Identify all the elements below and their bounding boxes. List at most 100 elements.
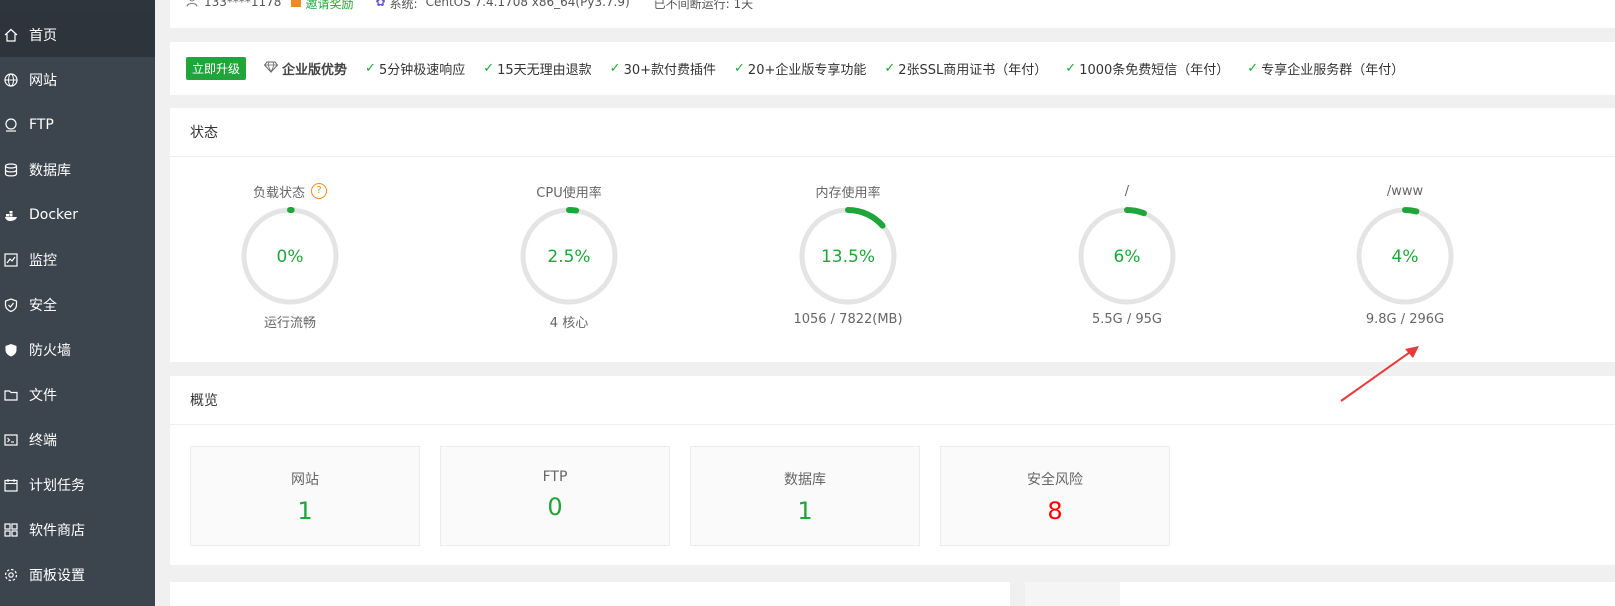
check-icon: ✓ bbox=[884, 61, 896, 76]
promo-feature-label: 专享企业服务群（年付） bbox=[1261, 63, 1405, 78]
overview-box[interactable]: 数据库 1 bbox=[690, 446, 920, 546]
sidebar-item-label: 安全 bbox=[29, 298, 57, 314]
sidebar-item-label: 防火墙 bbox=[29, 343, 71, 359]
status-gauge[interactable]: 内存使用率 13.5% 1056 / 7822(MB) bbox=[768, 182, 928, 328]
calendar-icon bbox=[3, 477, 19, 493]
promo-feature: ✓ 20+企业版专享功能 bbox=[734, 59, 866, 78]
sidebar-item-label: 计划任务 bbox=[29, 478, 85, 494]
sidebar-item-label: 面板设置 bbox=[29, 568, 85, 584]
gauge-subtext: 9.8G / 296G bbox=[1365, 312, 1445, 327]
sidebar-item-label: 文件 bbox=[29, 388, 57, 404]
status-gauge[interactable]: /www 4% 9.8G / 296G bbox=[1325, 182, 1485, 327]
software-panel bbox=[170, 582, 1010, 606]
gauge-title: / bbox=[1124, 183, 1130, 199]
promo-feature-label: 15天无理由退款 bbox=[497, 63, 592, 78]
globe-icon bbox=[3, 72, 19, 88]
sidebar-item-6[interactable]: 安全 bbox=[0, 283, 155, 327]
sidebar-top-strip bbox=[0, 0, 155, 13]
promo-feature-label: 5分钟极速响应 bbox=[378, 63, 466, 78]
overview-label: 数据库 bbox=[784, 472, 826, 488]
enterprise-promo-bar: 立即升级 企业版优势 ✓ 5分钟极速响应 ✓ 15天无理由退款 ✓ 30+款付费插件 ✓ 20… bbox=[170, 42, 1615, 95]
status-gauge[interactable]: CPU使用率 2.5% 4 核心 bbox=[489, 182, 649, 331]
firewall-icon bbox=[3, 342, 19, 358]
overview-value[interactable]: 0 bbox=[441, 493, 669, 521]
user-icon bbox=[186, 0, 198, 12]
sidebar-item-4[interactable]: Docker bbox=[0, 193, 155, 237]
sidebar-item-9[interactable]: 终端 bbox=[0, 418, 155, 462]
gauge-subtext: 1056 / 7822(MB) bbox=[793, 312, 903, 327]
sidebar-item-label: FTP bbox=[29, 117, 54, 133]
status-gauge[interactable]: / 6% 5.5G / 95G bbox=[1047, 182, 1207, 327]
traffic-panel bbox=[1025, 582, 1615, 606]
overview-divider bbox=[170, 424, 1615, 425]
sidebar-item-label: 数据库 bbox=[29, 163, 71, 179]
sidebar-item-label: 软件商店 bbox=[29, 523, 85, 539]
sidebar-item-label: 首页 bbox=[29, 28, 57, 44]
sidebar-item-label: 监控 bbox=[29, 253, 57, 269]
help-icon[interactable]: ? bbox=[311, 183, 327, 199]
apps-icon bbox=[3, 522, 19, 538]
sidebar-item-1[interactable]: 网站 bbox=[0, 58, 155, 102]
sidebar-item-12[interactable]: 面板设置 bbox=[0, 553, 155, 597]
system-value: CentOS 7.4.1708 x86_64(Py3.7.9) bbox=[425, 0, 630, 9]
promo-feature: ✓ 15天无理由退款 bbox=[483, 59, 591, 78]
shield-icon bbox=[3, 297, 19, 313]
gauge-value: 4% bbox=[1392, 247, 1419, 267]
check-icon: ✓ bbox=[483, 61, 495, 76]
overview-value[interactable]: 1 bbox=[691, 497, 919, 525]
promo-feature: ✓ 专享企业服务群（年付） bbox=[1247, 59, 1404, 78]
enterprise-advantage[interactable]: 企业版优势 bbox=[263, 59, 347, 78]
upgrade-button[interactable]: 立即升级 bbox=[186, 57, 247, 80]
tab-traffic-active-bg bbox=[1025, 582, 1120, 606]
sidebar-item-2[interactable]: FTP bbox=[0, 103, 155, 147]
gauge-title-row: 负载状态? bbox=[210, 182, 370, 201]
sidebar-item-3[interactable]: 数据库 bbox=[0, 148, 155, 192]
sidebar-item-8[interactable]: 文件 bbox=[0, 373, 155, 417]
gauge-title: CPU使用率 bbox=[536, 185, 602, 201]
status-title: 状态 bbox=[190, 125, 218, 141]
overview-box[interactable]: 安全风险 8 bbox=[940, 446, 1170, 546]
gauge-ring: 13.5% bbox=[799, 207, 897, 305]
invite-link[interactable]: 邀请奖励 bbox=[305, 0, 353, 12]
promo-feature: ✓ 30+款付费插件 bbox=[610, 59, 716, 78]
promo-feature-label: 20+企业版专享功能 bbox=[747, 63, 867, 78]
gauge-ring: 6% bbox=[1078, 207, 1176, 305]
check-icon: ✓ bbox=[734, 61, 745, 76]
sidebar-item-11[interactable]: 软件商店 bbox=[0, 508, 155, 552]
promo-feature: ✓ 2张SSL商用证书（年付） bbox=[884, 59, 1047, 78]
status-divider bbox=[170, 156, 1615, 157]
monitor-icon bbox=[3, 252, 19, 268]
sidebar-item-10[interactable]: 计划任务 bbox=[0, 463, 155, 507]
folder-icon bbox=[3, 387, 19, 403]
overview-value[interactable]: 8 bbox=[941, 497, 1169, 525]
sidebar-item-7[interactable]: 防火墙 bbox=[0, 328, 155, 372]
gauge-title-row: CPU使用率 bbox=[489, 182, 649, 201]
status-gauge[interactable]: 负载状态? 0% 运行流畅 bbox=[210, 182, 370, 331]
user-phone: 133****1178 bbox=[204, 0, 282, 9]
overview-value[interactable]: 1 bbox=[191, 497, 419, 525]
overview-label: FTP bbox=[542, 469, 568, 485]
gauge-subtext: 5.5G / 95G bbox=[1091, 312, 1162, 327]
overview-box[interactable]: FTP 0 bbox=[440, 446, 670, 546]
uptime: 已不间断运行: 1天 bbox=[653, 0, 754, 11]
sidebar-item-label: Docker bbox=[29, 207, 79, 223]
gauge-title: 内存使用率 bbox=[815, 185, 881, 201]
sidebar-item-5[interactable]: 监控 bbox=[0, 238, 155, 282]
settings-icon bbox=[3, 567, 19, 583]
home-icon bbox=[3, 27, 19, 43]
diamond-icon bbox=[263, 61, 279, 77]
sidebar-item-label: 终端 bbox=[29, 433, 57, 449]
overview-box[interactable]: 网站 1 bbox=[190, 446, 420, 546]
gauge-subtext: 4 核心 bbox=[549, 316, 589, 331]
annotation-arrow bbox=[1340, 346, 1419, 402]
overview-label: 网站 bbox=[291, 472, 319, 488]
promo-feature-label: 30+款付费插件 bbox=[623, 63, 717, 78]
gauge-title: 负载状态 bbox=[252, 185, 305, 201]
status-panel: 状态 负载状态? 0% 运行流畅 CPU使用率 2.5% 4 核心 内存使用率 13.5% 10… bbox=[170, 108, 1615, 362]
sidebar-item-label: 网站 bbox=[29, 73, 57, 89]
sidebar-item-0[interactable]: 首页 bbox=[0, 13, 155, 57]
check-icon: ✓ bbox=[1247, 61, 1259, 76]
promo-feature-label: 2张SSL商用证书（年付） bbox=[898, 63, 1048, 78]
promo-feature-label: 1000条免费短信（年付） bbox=[1079, 63, 1230, 78]
overview-label: 安全风险 bbox=[1027, 472, 1083, 488]
